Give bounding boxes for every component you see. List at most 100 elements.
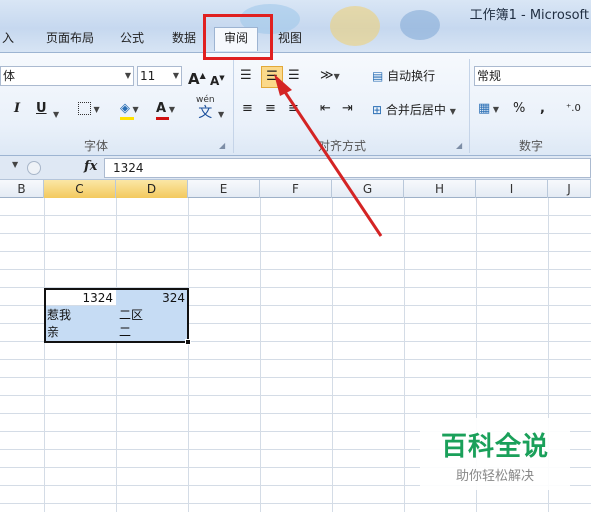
align-top-icon: ☰ (240, 68, 252, 83)
align-middle-icon: ☰ (266, 69, 278, 84)
decrease-indent-button[interactable]: ⇤ (320, 99, 331, 119)
border-button[interactable]: ▼ (78, 99, 100, 120)
percent-button[interactable]: % (513, 99, 525, 119)
ribbon: 体 ▼ 11 ▼ A▲ A▼ I U ▼ ▼ ◈ ▼ A ▼ wén 文 ▼ 字… (0, 52, 591, 156)
column-header-h[interactable]: H (404, 180, 476, 198)
italic-button[interactable]: I (14, 99, 20, 119)
title-bar: 工作簿1 - Microsoft 入 页面布局 公式 数据 审阅 视图 (0, 0, 591, 52)
number-format-select[interactable]: 常规 (474, 66, 591, 86)
font-size-value: 11 (140, 69, 156, 83)
window-title: 工作簿1 - Microsoft (469, 8, 589, 23)
align-center-button[interactable]: ≡ (265, 99, 276, 119)
font-color-icon: A (156, 101, 167, 116)
merge-center-icon: ⊞ (372, 103, 383, 117)
font-color-button[interactable]: A ▼ (156, 99, 175, 120)
accounting-format-button[interactable]: ▦ ▼ (478, 99, 499, 120)
watermark-subtitle: 助你轻松解决 (455, 469, 534, 484)
fill-color-bar (120, 117, 134, 120)
align-left-icon: ≡ (242, 101, 253, 116)
chevron-down-icon: ▼ (490, 105, 499, 114)
font-color-bar (156, 117, 169, 120)
grow-font-icon: A (188, 70, 200, 88)
name-box-dropdown-icon[interactable]: ▼ (12, 160, 18, 169)
comma-style-button[interactable]: , (540, 99, 545, 119)
underline-icon: U (36, 101, 47, 116)
chevron-down-icon: ▼ (91, 105, 100, 114)
column-header-g[interactable]: G (332, 180, 404, 198)
phonetic-button[interactable]: wén 文 (196, 95, 215, 121)
align-right-icon: ≡ (288, 101, 299, 116)
orientation-button[interactable]: ≫▼ (320, 66, 340, 87)
chevron-down-icon[interactable]: ▼ (218, 105, 224, 125)
phonetic-pinyin: wén (196, 95, 215, 105)
align-right-button[interactable]: ≡ (288, 99, 299, 119)
wrap-text-button[interactable]: ▤ 自动换行 (372, 65, 435, 87)
increase-decimal-icon: ⁺.0 (566, 103, 581, 114)
watermark: 百科全说 助你轻松解决 (420, 418, 570, 490)
chevron-down-icon: ▼ (130, 105, 139, 114)
currency-icon: ▦ (478, 101, 491, 116)
phonetic-icon: 文 (198, 105, 213, 121)
tab-formulas[interactable]: 公式 (118, 28, 146, 50)
formula-bar: ▼ fx 1324 (0, 156, 591, 180)
column-header-i[interactable]: I (476, 180, 548, 198)
alignment-dialog-launcher-icon[interactable]: ◢ (456, 141, 462, 150)
align-bottom-icon: ☰ (288, 68, 300, 83)
increase-indent-icon: ⇥ (342, 101, 353, 116)
tab-insert[interactable]: 入 (0, 28, 16, 50)
wrap-text-label: 自动换行 (387, 69, 436, 83)
align-middle-button[interactable]: ☰ (261, 66, 283, 88)
border-icon (78, 102, 91, 115)
number-format-value: 常规 (477, 69, 502, 83)
chevron-down-icon: ▼ (166, 105, 175, 114)
merge-center-label: 合并后居中 (385, 103, 446, 117)
fill-handle[interactable] (185, 339, 191, 345)
shrink-font-button[interactable]: A▼ (210, 68, 225, 91)
chevron-down-icon[interactable]: ▼ (53, 105, 59, 125)
paint-bucket-icon: ◈ (120, 101, 130, 116)
chevron-down-icon: ▼ (333, 72, 340, 81)
group-divider (469, 59, 470, 153)
alignment-group-label: 对齐方式 (318, 139, 367, 153)
group-divider (233, 59, 234, 153)
increase-indent-button[interactable]: ⇥ (342, 99, 353, 119)
font-dialog-launcher-icon[interactable]: ◢ (219, 141, 225, 150)
column-header-f[interactable]: F (260, 180, 332, 198)
annotation-highlight-box (203, 14, 273, 60)
increase-decimal-button[interactable]: ⁺.0 (566, 99, 581, 119)
column-header-b[interactable]: B (0, 180, 44, 198)
font-name-select[interactable]: 体 ▼ (0, 66, 134, 86)
underline-button[interactable]: U (36, 99, 47, 119)
column-header-j[interactable]: J (548, 180, 591, 198)
insert-function-button[interactable]: fx (84, 159, 97, 174)
text-orientation-icon: ≫ (320, 68, 334, 83)
column-header-d[interactable]: D (116, 180, 188, 198)
tab-page-layout[interactable]: 页面布局 (44, 28, 96, 50)
align-left-button[interactable]: ≡ (242, 99, 253, 119)
chevron-down-icon: ▼ (172, 71, 179, 80)
watermark-title: 百科全说 (440, 432, 549, 462)
align-center-icon: ≡ (265, 101, 276, 116)
tab-view[interactable]: 视图 (276, 28, 304, 50)
column-header-c[interactable]: C (44, 180, 116, 198)
align-bottom-button[interactable]: ☰ (288, 66, 300, 86)
fill-color-button[interactable]: ◈ ▼ (120, 99, 139, 120)
chevron-down-icon: ▼ (124, 71, 131, 80)
wrap-text-icon: ▤ (372, 69, 384, 83)
merge-center-button[interactable]: ⊞ 合并后居中 ▼ (372, 99, 456, 121)
tab-data[interactable]: 数据 (170, 28, 198, 50)
chevron-down-icon: ▼ (449, 107, 456, 116)
background-blur (330, 6, 380, 46)
align-top-button[interactable]: ☰ (240, 66, 252, 86)
font-name-value: 体 (3, 69, 16, 83)
number-group-label: 数字 (519, 139, 544, 153)
selection-border (44, 288, 189, 343)
font-group-label: 字体 (84, 139, 109, 153)
background-blur (400, 10, 440, 40)
column-header-e[interactable]: E (188, 180, 260, 198)
grow-font-button[interactable]: A▲ (188, 66, 206, 89)
shrink-font-icon: A (210, 74, 220, 88)
formula-bar-handle[interactable] (27, 161, 41, 175)
formula-input[interactable]: 1324 (104, 158, 591, 178)
font-size-select[interactable]: 11 ▼ (137, 66, 182, 86)
